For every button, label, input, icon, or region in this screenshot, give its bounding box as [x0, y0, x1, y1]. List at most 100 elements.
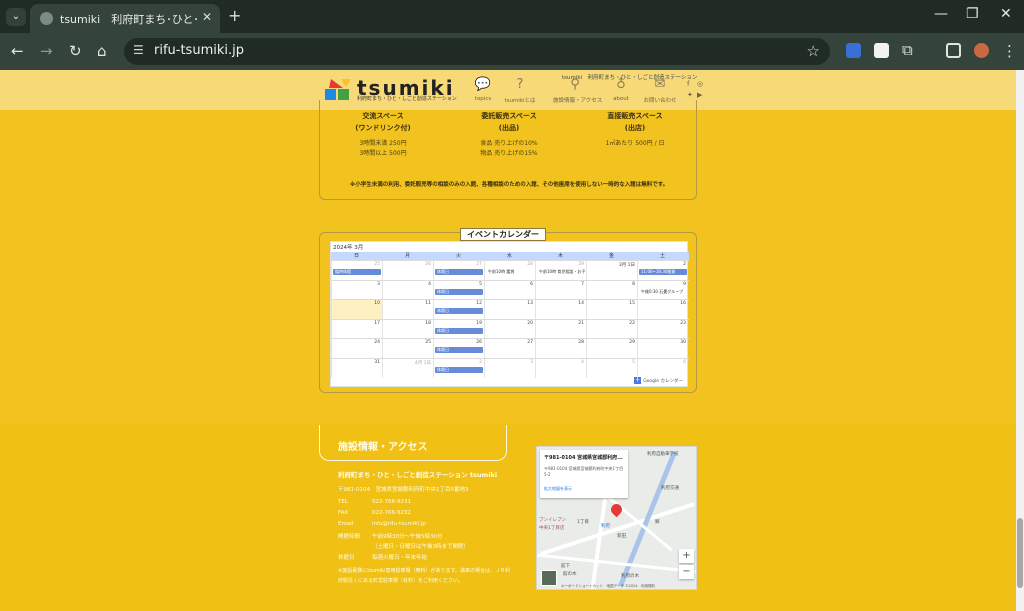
- instagram-icon[interactable]: ◎: [697, 80, 703, 88]
- calendar-day-cell[interactable]: 26: [382, 261, 433, 280]
- calendar-event[interactable]: 休館日: [435, 347, 483, 353]
- active-tab[interactable]: tsumiki 利府町まち･ひと･しごと創 ✕: [30, 4, 220, 33]
- calendar-event[interactable]: 休館日: [435, 288, 483, 295]
- tsumiki-logo-icon[interactable]: [325, 79, 351, 101]
- calendar-day-cell[interactable]: 31: [331, 358, 382, 378]
- google-calendar-embed[interactable]: 2024年 3月 日月火水木金土 + Google カレンダー 25 臨時休館 26 2…: [330, 241, 689, 387]
- translate-extension-icon[interactable]: [846, 43, 861, 58]
- calendar-day-cell[interactable]: 13: [484, 300, 535, 319]
- calendar-day-number: 15: [629, 301, 635, 306]
- calendar-event[interactable]: 午後0:30 石畳グループ: [639, 289, 687, 295]
- calendar-day-cell[interactable]: 10: [331, 300, 382, 319]
- calendar-day-cell[interactable]: 22: [586, 319, 637, 339]
- calendar-day-cell[interactable]: 19 休館日: [433, 319, 484, 339]
- calendar-day-cell[interactable]: 30: [637, 339, 688, 358]
- calendar-day-cell[interactable]: 16: [637, 300, 688, 319]
- calendar-day-cell[interactable]: 27: [484, 339, 535, 358]
- calendar-day-cell[interactable]: 11: [382, 300, 433, 319]
- page-scrollbar[interactable]: [1016, 70, 1024, 611]
- reload-button[interactable]: ↻: [69, 42, 82, 60]
- calendar-event[interactable]: 休館日: [435, 269, 483, 275]
- nav-about[interactable]: ♁ about: [599, 78, 643, 103]
- calendar-event[interactable]: 午前10時 育児相談・お子: [537, 269, 585, 275]
- calendar-day-cell[interactable]: 28: [535, 339, 586, 358]
- calendar-event[interactable]: 休館日: [435, 327, 483, 334]
- forward-button[interactable]: →: [40, 42, 53, 60]
- calendar-day-cell[interactable]: 5 休館日: [433, 280, 484, 300]
- calendar-day-cell[interactable]: 27 休館日: [433, 261, 484, 280]
- google-map-embed[interactable]: 利府自動車学校 利府交通 1丁目 利府 ブンイレブン 中央1丁目店 新田 郷 館…: [536, 446, 697, 590]
- map-layer-thumbnail[interactable]: [541, 570, 557, 586]
- calendar-event[interactable]: 臨時休館: [333, 269, 381, 275]
- calendar-event[interactable]: 休館日: [435, 366, 483, 373]
- calendar-day-cell[interactable]: 3月 1日: [586, 261, 637, 280]
- calendar-day-cell[interactable]: 2 11:00~16:30雑貨: [637, 261, 688, 280]
- side-panel-icon[interactable]: [946, 43, 961, 58]
- calendar-day-cell[interactable]: 24: [331, 339, 382, 358]
- new-tab-button[interactable]: +: [228, 6, 241, 25]
- calendar-day-cell[interactable]: 21: [535, 319, 586, 339]
- calendar-day-cell[interactable]: 9 午後0:30 石畳グループ: [637, 280, 688, 300]
- profile-avatar[interactable]: [974, 43, 989, 58]
- calendar-day-cell[interactable]: 25 臨時休館: [331, 261, 382, 280]
- calendar-event[interactable]: 午前10時 鑑賞: [486, 269, 534, 275]
- youtube-icon[interactable]: ▶: [697, 91, 702, 99]
- calendar-day-cell[interactable]: 12 休館日: [433, 300, 484, 319]
- minimize-button[interactable]: —: [934, 6, 948, 22]
- calendar-day-cell[interactable]: 18: [382, 319, 433, 339]
- zoom-in-button[interactable]: +: [679, 549, 694, 563]
- calendar-day-cell[interactable]: 5: [586, 358, 637, 378]
- calendar-day-number: 11: [425, 301, 431, 306]
- calendar-day-cell[interactable]: 26 休館日: [433, 339, 484, 358]
- back-button[interactable]: ←: [11, 42, 24, 60]
- info-email[interactable]: Email info@rifu-tsumiki.jp: [338, 521, 426, 527]
- calendar-day-cell[interactable]: 6: [637, 358, 688, 378]
- home-button[interactable]: ⌂: [97, 42, 107, 60]
- calendar-day-cell[interactable]: 2 休館日: [433, 358, 484, 378]
- calendar-day-cell[interactable]: 4月 1日: [382, 358, 433, 378]
- facebook-icon[interactable]: f: [687, 80, 689, 88]
- calendar-day-cell[interactable]: 4: [382, 280, 433, 300]
- google-calendar-link[interactable]: + Google カレンダー: [634, 377, 683, 384]
- tab-bar: ⌄ tsumiki 利府町まち･ひと･しごと創 ✕ + — ❐ ✕: [0, 0, 1024, 33]
- calendar-day-cell[interactable]: 28 午前10時 鑑賞: [484, 261, 535, 280]
- calendar-day-cell[interactable]: 25: [382, 339, 433, 358]
- restore-button[interactable]: ❐: [966, 6, 979, 22]
- calendar-day-number: 18: [425, 320, 431, 326]
- zoom-out-button[interactable]: −: [679, 565, 694, 579]
- calendar-day-cell[interactable]: 6: [484, 280, 535, 300]
- site-info-icon[interactable]: ☰: [133, 43, 144, 57]
- calendar-day-cell[interactable]: 23: [637, 319, 688, 339]
- address-bar[interactable]: ☰ rifu-tsumiki.jp ☆: [124, 38, 830, 65]
- x-extension-icon[interactable]: [874, 43, 889, 58]
- info-fax: FAX 022-766-9232: [338, 510, 411, 516]
- calendar-day-cell[interactable]: 17: [331, 319, 382, 339]
- scrollbar-thumb[interactable]: [1017, 518, 1023, 588]
- extensions-puzzle-icon[interactable]: ⧉: [902, 41, 913, 59]
- calendar-event[interactable]: 11:00~16:30雑貨: [639, 269, 687, 275]
- tab-search-button[interactable]: ⌄: [6, 8, 26, 26]
- twitter-icon[interactable]: ✦: [687, 91, 693, 99]
- calendar-day-cell[interactable]: 20: [484, 319, 535, 339]
- calendar-day-cell[interactable]: 15: [586, 300, 637, 319]
- menu-kebab-icon[interactable]: ⋮: [1002, 42, 1017, 60]
- bookmark-star-icon[interactable]: ☆: [807, 42, 820, 60]
- map-pin-icon[interactable]: [608, 501, 625, 518]
- calendar-day-number: 25: [425, 340, 431, 345]
- calendar-day-cell[interactable]: 29 午前10時 育児相談・お子: [535, 261, 586, 280]
- calendar-day-cell[interactable]: 8: [586, 280, 637, 300]
- calendar-day-cell[interactable]: 7: [535, 280, 586, 300]
- calendar-day-cell[interactable]: 3: [484, 358, 535, 378]
- close-window-button[interactable]: ✕: [1000, 6, 1012, 22]
- calendar-weekday-header: 日月火水木金土: [331, 252, 689, 260]
- calendar-day-cell[interactable]: 29: [586, 339, 637, 358]
- tab-close-icon[interactable]: ✕: [202, 10, 212, 24]
- calendar-day-cell[interactable]: 3: [331, 280, 382, 300]
- calendar-day-number: 14: [578, 301, 584, 306]
- calendar-day-cell[interactable]: 4: [535, 358, 586, 378]
- url-text[interactable]: rifu-tsumiki.jp: [154, 43, 244, 58]
- facility-info-heading: 施設情報・アクセス: [338, 442, 428, 453]
- enlarge-map-link[interactable]: 拡大地図を表示: [544, 486, 572, 492]
- calendar-day-cell[interactable]: 14: [535, 300, 586, 319]
- calendar-event[interactable]: 休館日: [435, 308, 483, 314]
